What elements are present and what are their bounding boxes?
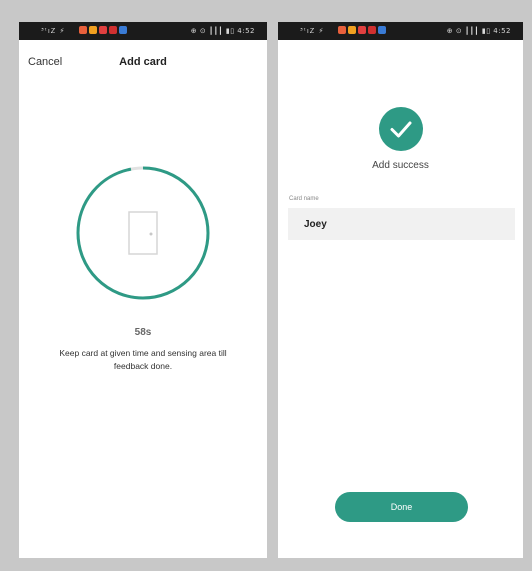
add-card-screen: ³ᵗıᏃ ⚡ ⊕ ⊙ ┃┃┃ ▮▯ 4:52 Cancel Add card 5… — [19, 22, 267, 558]
app-notification-icon — [378, 26, 386, 34]
app-notification-icon — [358, 26, 366, 34]
success-check-icon — [379, 107, 423, 151]
countdown-timer: 58s — [134, 327, 152, 338]
door-icon — [128, 211, 158, 255]
status-right: ⊕ ⊙ ┃┃┃ ▮▯ 4:52 — [446, 27, 511, 35]
card-name-label: Card name — [289, 196, 319, 202]
app-notification-icon — [338, 26, 346, 34]
done-button[interactable]: Done — [335, 492, 468, 522]
signal-icons: ³ᵗıᏃ ⚡ — [41, 27, 66, 35]
notification-icons — [338, 26, 386, 34]
signal-icons: ³ᵗıᏃ ⚡ — [300, 27, 325, 35]
screenshot-frame: ³ᵗıᏃ ⚡ ⊕ ⊙ ┃┃┃ ▮▯ 4:52 Cancel Add card 5… — [0, 0, 532, 571]
app-notification-icon — [109, 26, 117, 34]
page-title: Add card — [119, 56, 167, 68]
status-right: ⊕ ⊙ ┃┃┃ ▮▯ 4:52 — [190, 27, 255, 35]
progress-ring — [75, 165, 211, 301]
app-notification-icon — [368, 26, 376, 34]
card-name-input[interactable] — [288, 208, 515, 240]
app-notification-icon — [348, 26, 356, 34]
notification-icons — [79, 26, 127, 34]
app-notification-icon — [99, 26, 107, 34]
add-success-screen: ³ᵗıᏃ ⚡ ⊕ ⊙ ┃┃┃ ▮▯ 4:52 Add success Card … — [278, 22, 523, 558]
instruction-text: Keep card at given time and sensing area… — [59, 348, 227, 371]
app-notification-icon — [79, 26, 87, 34]
status-bar: ³ᵗıᏃ ⚡ ⊕ ⊙ ┃┃┃ ▮▯ 4:52 — [278, 22, 523, 40]
status-bar: ³ᵗıᏃ ⚡ ⊕ ⊙ ┃┃┃ ▮▯ 4:52 — [19, 22, 267, 40]
app-notification-icon — [119, 26, 127, 34]
app-notification-icon — [89, 26, 97, 34]
progress-ring-graphic — [76, 166, 210, 300]
success-message: Add success — [372, 160, 429, 171]
